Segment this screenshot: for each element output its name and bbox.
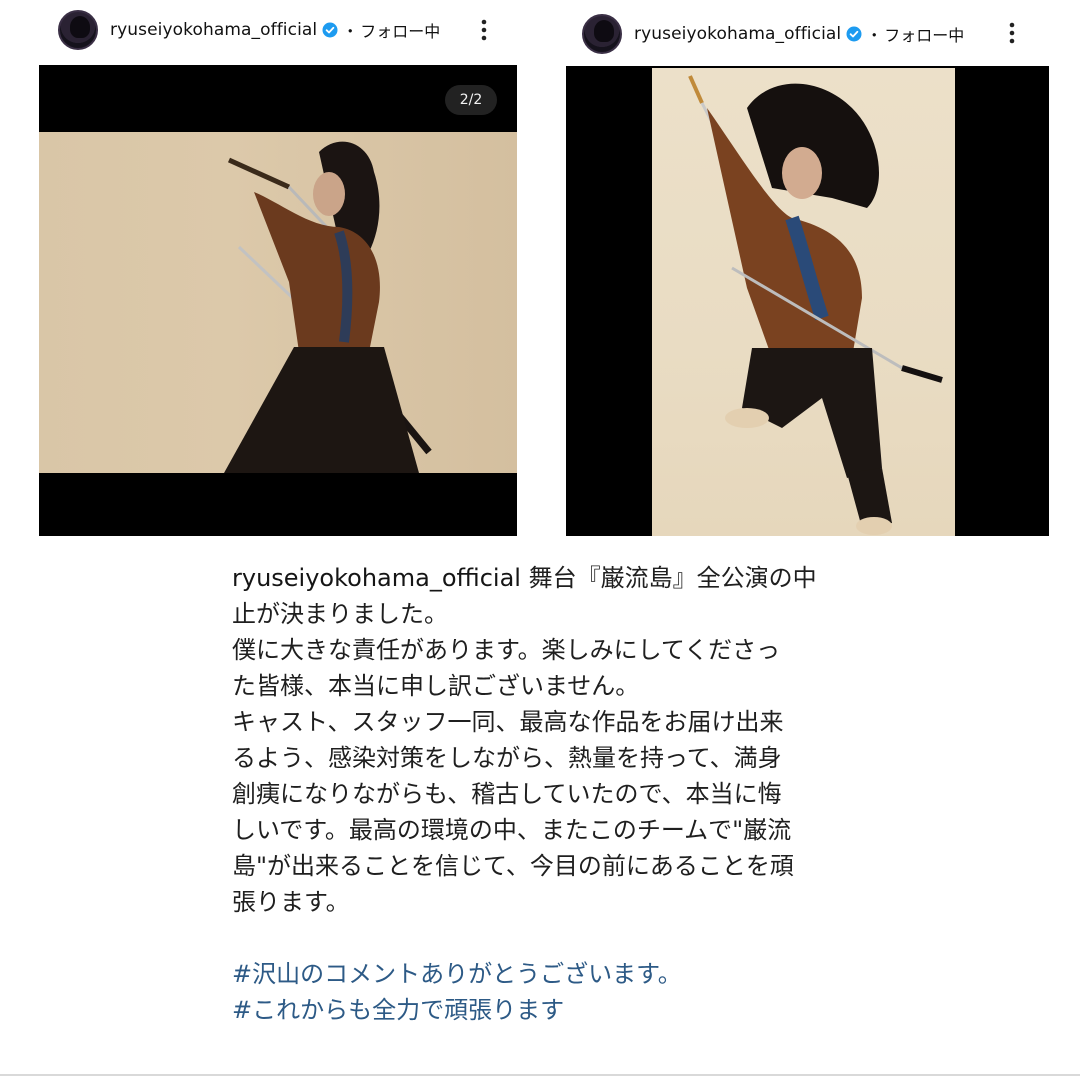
photo-samurai-leap xyxy=(652,68,955,536)
caption-line: た皆様、本当に申し訳ございません。 xyxy=(232,672,640,700)
post-caption: ryuseiyokohama_official 舞台『巌流島』全公演の中 止が決… xyxy=(232,560,922,1028)
caption-line: ryuseiyokohama_official 舞台『巌流島』全公演の中 xyxy=(232,564,817,592)
separator: ・ xyxy=(866,26,883,45)
following-button[interactable]: フォロー中 xyxy=(360,18,440,42)
following-button[interactable]: フォロー中 xyxy=(884,22,964,46)
more-vertical-icon[interactable] xyxy=(472,10,496,50)
hashtag-list: #沢山のコメントありがとうございます。 #これからも全力で頑張ります xyxy=(232,956,922,1028)
verified-badge-icon xyxy=(322,22,338,38)
caption-line: 創痍になりながらも、稽古していたので、本当に悔 xyxy=(232,780,782,808)
caption-line: しいです。最高の環境の中、またこのチームで"巌流 xyxy=(232,816,792,844)
username[interactable]: ryuseiyokohama_official xyxy=(634,24,841,44)
caption-line: 僕に大きな責任があります。楽しみにしてくださっ xyxy=(232,636,781,664)
caption-line: 張ります。 xyxy=(232,888,350,916)
separator: ・ xyxy=(342,22,359,41)
avatar[interactable] xyxy=(58,10,98,50)
caption-line: キャスト、スタッフ一同、最高な作品をお届け出来 xyxy=(232,708,784,736)
caption-username[interactable]: ryuseiyokohama_official xyxy=(232,564,521,592)
username[interactable]: ryuseiyokohama_official xyxy=(110,20,317,40)
caption-line: るよう、感染対策をしながら、熱量を持って、満身 xyxy=(232,744,782,772)
hashtag-link[interactable]: #沢山のコメントありがとうございます。 xyxy=(232,956,922,992)
post-header-right: ryuseiyokohama_official ・ フォロー中 xyxy=(582,12,964,56)
avatar[interactable] xyxy=(582,14,622,54)
post-photo-left[interactable]: 2/2 xyxy=(39,65,517,536)
verified-badge-icon xyxy=(846,26,862,42)
caption-line: 止が決まりました。 xyxy=(232,600,448,628)
caption-line: 島"が出来ることを信じて、今目の前にあることを頑 xyxy=(232,852,794,880)
post-photo-right[interactable] xyxy=(566,66,1049,536)
photo-samurai-stance xyxy=(39,132,517,473)
hashtag-link[interactable]: #これからも全力で頑張ります xyxy=(232,992,922,1028)
carousel-counter: 2/2 xyxy=(445,85,497,115)
post-header-left: ryuseiyokohama_official ・ フォロー中 xyxy=(58,8,440,52)
more-vertical-icon[interactable] xyxy=(1000,13,1024,53)
